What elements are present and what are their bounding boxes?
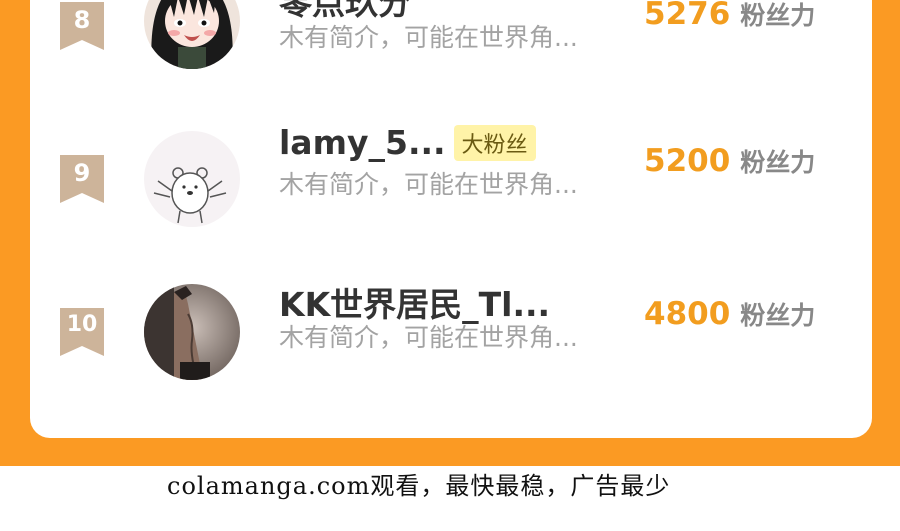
avatar[interactable] — [144, 284, 240, 380]
fan-ranking-card: 8 零点玖分 木有简介，可能在世界角... 5276 粉丝力 9 lamy_5.… — [30, 0, 872, 438]
rank-badge: 10 — [60, 308, 104, 356]
fan-power: 5276 粉丝力 — [644, 0, 815, 32]
fan-power-value: 5276 — [644, 0, 731, 32]
watermark-text: colamanga.com观看，最快最稳，广告最少 — [167, 472, 671, 500]
fan-power-unit: 粉丝力 — [740, 1, 816, 30]
rank-badge: 9 — [60, 155, 104, 203]
bear-doodle-avatar — [144, 131, 240, 227]
ranking-row[interactable]: 9 lamy_5... 大粉丝 木有简介，可能在世界角... 5200 粉丝力 — [30, 123, 872, 243]
rank-number: 8 — [73, 6, 91, 34]
user-name-line: lamy_5... 大粉丝 — [279, 123, 536, 162]
user-name[interactable]: lamy_5... — [279, 123, 446, 162]
photo-avatar — [144, 284, 240, 380]
watermark-footer: colamanga.com观看，最快最稳，广告最少 — [0, 466, 900, 531]
avatar[interactable] — [144, 131, 240, 227]
user-bio: 木有简介，可能在世界角... — [279, 23, 578, 52]
rank-number: 9 — [73, 159, 91, 187]
fan-power-value: 4800 — [644, 296, 731, 332]
ranking-row[interactable]: 8 零点玖分 木有简介，可能在世界角... 5276 粉丝力 — [30, 0, 872, 90]
fan-power: 5200 粉丝力 — [644, 143, 815, 179]
fan-power-unit: 粉丝力 — [740, 148, 816, 177]
rank-number: 10 — [66, 312, 98, 337]
rank-badge: 8 — [60, 2, 104, 50]
fan-power: 4800 粉丝力 — [644, 296, 815, 332]
fan-power-value: 5200 — [644, 143, 731, 179]
avatar[interactable] — [144, 0, 240, 69]
ranking-row[interactable]: 10 KK世界居民_Tl... 木有简介，可能在世界角... 4800 粉丝力 — [30, 276, 872, 396]
anime-girl-avatar — [144, 0, 240, 69]
user-bio: 木有简介，可能在世界角... — [279, 323, 578, 352]
fan-level-tag: 大粉丝 — [453, 124, 536, 161]
user-bio: 木有简介，可能在世界角... — [279, 170, 578, 199]
fan-power-unit: 粉丝力 — [740, 301, 816, 330]
